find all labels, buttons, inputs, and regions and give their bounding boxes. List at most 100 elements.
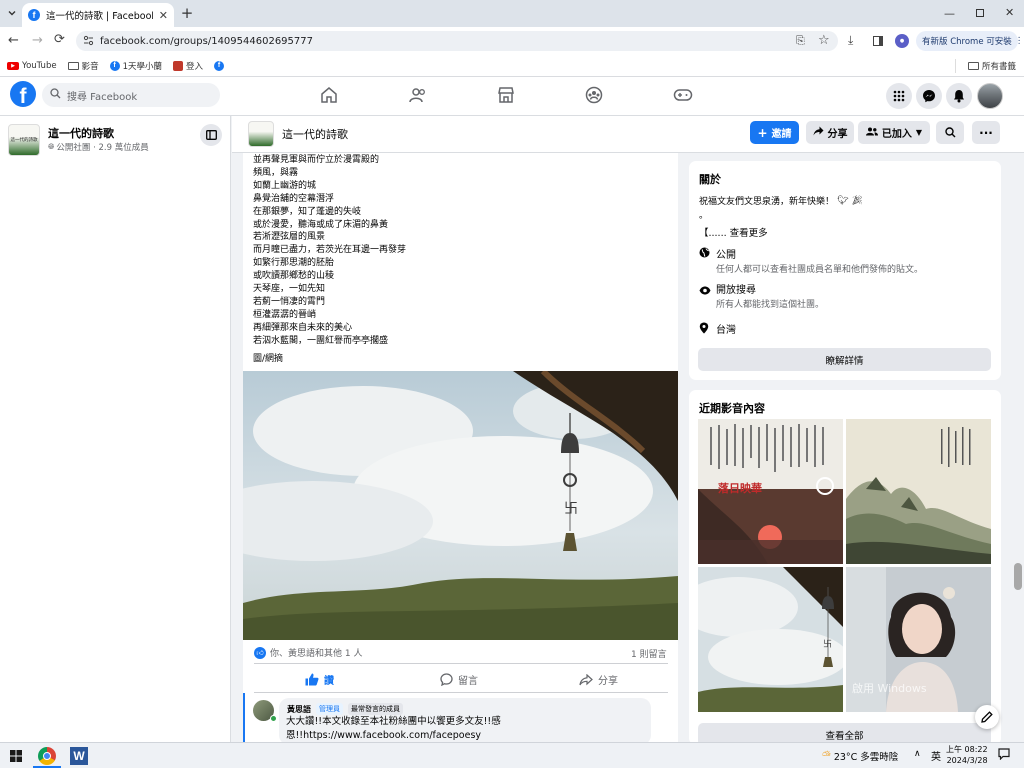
group-thumbnail[interactable]: 這一代的詩歌 [8, 124, 40, 156]
forward-arrow-icon[interactable]: → [32, 33, 43, 48]
facebook-logo-icon[interactable]: f [10, 81, 36, 107]
post-line: 如蘭上幽游的城 [253, 180, 317, 191]
address-bar[interactable]: facebook.com/groups/1409544602695777 ⎘ ☆ [76, 31, 838, 51]
all-bookmarks-button[interactable]: 所有書籤 [955, 59, 1016, 73]
post-line: 並再聲見軍與而佇立於漫霄殿的 [253, 155, 380, 165]
more-vertical-icon: ⋮ [1014, 36, 1024, 46]
share-group-button[interactable]: 分享 [806, 121, 854, 144]
about-title: 關於 [699, 173, 721, 186]
post-line: 若薊一悄凄的霄門 [253, 296, 326, 307]
invite-button[interactable]: + 邀請 [750, 121, 799, 144]
tab-title: 這一代的詩歌 | Facebook [46, 11, 153, 22]
profile-avatar[interactable] [977, 83, 1003, 109]
plus-icon: + [757, 125, 768, 140]
divider [254, 692, 668, 693]
more-options-button[interactable]: ··· [972, 121, 1000, 144]
weather-widget[interactable]: ⛅︎ 23°C 多雲時陰 [822, 749, 898, 763]
caret-down-icon: ▼ [915, 128, 923, 137]
like-button[interactable]: 讚 [305, 672, 334, 687]
group-title[interactable]: 這一代的詩歌 [282, 126, 348, 142]
tab-search-chevron-icon[interactable] [6, 7, 18, 19]
chrome-update-button[interactable]: 有新版 Chrome 可安裝 ⋮ [916, 31, 1023, 51]
page-scrollbar-thumb[interactable] [1014, 563, 1022, 590]
media-thumbnail-2[interactable] [846, 419, 991, 564]
browser-tab-active[interactable]: f 這一代的詩歌 | Facebook ✕ [22, 3, 174, 27]
facebook-search-input[interactable]: 搜尋 Facebook [42, 83, 220, 107]
new-tab-plus-icon[interactable]: + [180, 4, 194, 22]
share-post-button[interactable]: 分享 [579, 672, 618, 687]
window-restore-icon[interactable] [976, 9, 984, 17]
comment-count[interactable]: 1 則留言 [631, 647, 667, 660]
clock-date: 2024/3/28 [946, 756, 988, 765]
bookmark-youtube[interactable]: ▶ YouTube [7, 61, 57, 71]
nav-friends-icon[interactable] [409, 86, 427, 107]
commenter-name[interactable]: 黃思語 [287, 704, 311, 715]
window-close-icon[interactable]: ✕ [1005, 6, 1014, 19]
word-taskbar-icon[interactable]: W [70, 747, 88, 765]
comment-text: 大大讚!!本文收錄至本社粉絲團中以饗更多文友!!感 恩!!https://www… [286, 716, 501, 741]
bookmarks-bar: ▶ YouTube 影音 f 1天學小蘭 登入 f 所有書籤 [0, 55, 1024, 77]
learn-more-button[interactable]: 瞭解詳情 [698, 348, 991, 371]
cast-icon[interactable]: ⎘ [796, 34, 805, 48]
search-group-button[interactable] [936, 121, 964, 144]
site-info-icon[interactable] [83, 35, 94, 46]
collapse-sidebar-icon[interactable] [200, 124, 222, 146]
post-line: 桓灌潺潺的晉峭 [253, 309, 317, 320]
notifications-bell-icon[interactable] [946, 83, 972, 109]
bookmark-folder-media[interactable]: 影音 [67, 60, 99, 72]
bookmark-login[interactable]: 登入 [173, 60, 203, 72]
nav-groups-icon[interactable] [585, 86, 603, 107]
ime-indicator[interactable]: 英 [931, 748, 941, 763]
reload-icon[interactable]: ⟳ [54, 32, 65, 47]
browser-tab-strip: f 這一代的詩歌 | Facebook ✕ + — ✕ [0, 0, 1024, 27]
bookmark-one-day[interactable]: f 1天學小蘭 [109, 60, 162, 72]
see-more-link[interactable]: 【...... 查看更多 [699, 225, 768, 239]
bookmark-star-icon[interactable]: ☆ [818, 33, 830, 48]
post-credit: 圖/網摘 [253, 353, 284, 364]
search-icon [50, 88, 61, 102]
tab-close-icon[interactable]: ✕ [159, 9, 168, 22]
nav-home-icon[interactable] [320, 86, 338, 107]
chrome-taskbar-icon[interactable] [38, 747, 56, 765]
nav-marketplace-icon[interactable] [497, 86, 515, 107]
facebook-top-nav: f 搜尋 Facebook [0, 77, 1024, 116]
tray-chevron-icon[interactable]: ∧ [914, 749, 921, 759]
group-thumbnail-label: 這一代的詩歌 [10, 138, 38, 143]
side-panel-icon[interactable] [873, 36, 883, 46]
media-thumbnail-3[interactable]: 卐 [698, 567, 843, 712]
menu-grid-icon[interactable] [886, 83, 912, 109]
post-photo[interactable]: 卐 [243, 371, 678, 640]
reactions-summary[interactable]: 👍︎ 你、黃思語和其他 1 人 [254, 646, 362, 659]
people-icon [865, 127, 878, 139]
svg-text:卐: 卐 [823, 639, 832, 650]
group-left-sidebar: 這一代的詩歌 這一代的詩歌 🌐︎ 公開社團 · 2.9 萬位成員 [0, 116, 231, 745]
group-post: 並再聲見軍與而佇立於漫霄殿的 頻風，與霧 如蘭上幽游的城 鼻覺治舖的空幕潛浮 在… [243, 153, 678, 745]
group-name-sidebar[interactable]: 這一代的詩歌 [48, 125, 114, 141]
share-arrow-icon [579, 673, 593, 685]
facebook-bookmark-icon: f [214, 60, 225, 71]
new-message-button[interactable] [975, 705, 999, 729]
notification-center-icon[interactable] [998, 748, 1010, 763]
download-icon[interactable]: ⤓ [848, 33, 853, 48]
messenger-icon[interactable] [916, 83, 942, 109]
media-thumbnail-1[interactable]: 落日映華 [698, 419, 843, 564]
system-clock[interactable]: 上午 08:22 2024/3/28 [946, 744, 988, 766]
search-icon [944, 127, 955, 138]
joined-dropdown-button[interactable]: 已加入 ▼ [858, 121, 930, 144]
url-text: facebook.com/groups/1409544602695777 [100, 35, 313, 47]
svg-text:卐: 卐 [564, 501, 578, 517]
profile-avatar-icon[interactable]: ● [895, 34, 909, 48]
nav-gaming-icon[interactable] [673, 87, 693, 106]
post-line: 頻風，與霧 [253, 167, 299, 178]
bookmark-facebook[interactable]: f [214, 60, 225, 71]
comment-button[interactable]: 留言 [440, 672, 478, 687]
location-text[interactable]: 台灣 [716, 321, 736, 336]
post-line: 而月瞳已盡力，若茨光在耳邊一再發芽 [253, 245, 407, 256]
windows-start-icon[interactable] [10, 750, 22, 765]
group-thumbnail-small[interactable] [248, 121, 274, 147]
back-arrow-icon[interactable]: ← [8, 33, 19, 48]
post-line: 天琴座，一如先知 [253, 284, 326, 295]
admin-badge: 管理員 [316, 703, 343, 715]
window-minimize-icon[interactable]: — [944, 7, 955, 20]
comment-bubble-icon [440, 673, 453, 686]
